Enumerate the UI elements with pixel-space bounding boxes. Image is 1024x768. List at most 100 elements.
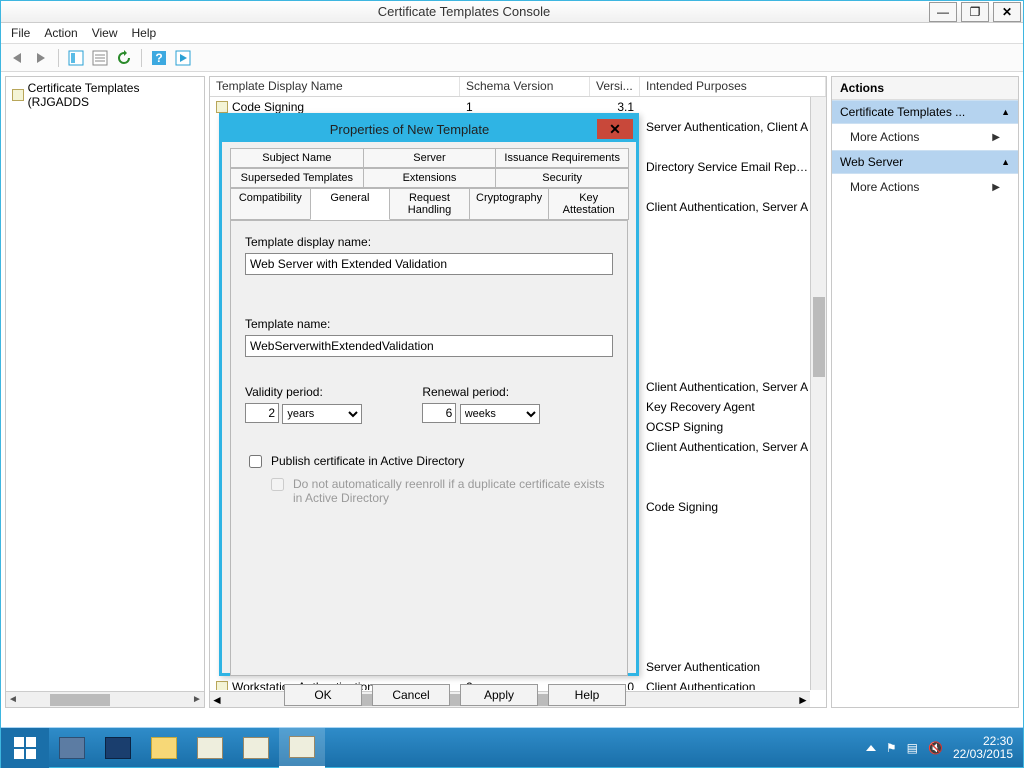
row-purpose: Directory Service Email Replica <box>640 160 809 174</box>
col-version[interactable]: Versi... <box>590 77 640 96</box>
template-name-input[interactable] <box>245 335 613 357</box>
taskbar-ca[interactable] <box>187 728 233 768</box>
caret-right-icon: ▶ <box>992 182 1000 193</box>
tab-subject-name[interactable]: Subject Name <box>230 148 364 168</box>
actions-header: Actions <box>832 77 1018 100</box>
menu-action[interactable]: Action <box>44 26 77 40</box>
row-version: 3.1 <box>590 100 640 114</box>
arrow-left-icon <box>13 53 21 63</box>
system-tray: ⚑ ▤ 🔇 22:30 22/03/2015 <box>856 735 1023 761</box>
taskbar: ⚑ ▤ 🔇 22:30 22/03/2015 <box>1 727 1023 767</box>
taskbar-mmc[interactable] <box>279 728 325 768</box>
tray-show-hidden-icon[interactable] <box>866 745 876 751</box>
taskbar-explorer[interactable] <box>141 728 187 768</box>
actions-section-templates[interactable]: Certificate Templates ...▲ <box>832 100 1018 124</box>
window-title: Certificate Templates Console <box>1 4 927 19</box>
row-schema: 1 <box>460 100 590 114</box>
tab-general[interactable]: General <box>310 188 391 220</box>
tree-root-label: Certificate Templates (RJGADDS <box>28 81 198 109</box>
start-button[interactable] <box>1 728 49 768</box>
caret-up-icon: ▲ <box>1001 107 1010 117</box>
taskbar-powershell[interactable] <box>95 728 141 768</box>
certificate-icon <box>216 101 228 113</box>
row-purpose: Client Authentication <box>640 680 809 690</box>
tab-server[interactable]: Server <box>363 148 497 168</box>
taskbar-server-manager[interactable] <box>49 728 95 768</box>
row-purpose: Server Authentication <box>640 660 809 674</box>
help-button[interactable]: Help <box>548 684 626 706</box>
cancel-button[interactable]: Cancel <box>372 684 450 706</box>
tray-network-icon[interactable]: ▤ <box>907 741 918 755</box>
minimize-button[interactable]: — <box>929 2 957 22</box>
windows-logo-icon <box>14 737 36 759</box>
dialog-close-button[interactable]: ✕ <box>597 119 633 139</box>
validity-unit-select[interactable]: years <box>282 404 362 424</box>
menu-help[interactable]: Help <box>132 26 157 40</box>
dialog-title: Properties of New Template <box>222 122 597 137</box>
col-schema-version[interactable]: Schema Version <box>460 77 590 96</box>
tab-key-attestation[interactable]: Key Attestation <box>548 188 629 220</box>
svg-text:?: ? <box>155 51 162 65</box>
ok-button[interactable]: OK <box>284 684 362 706</box>
col-template-name[interactable]: Template Display Name <box>210 77 460 96</box>
dialog-body: Template display name: Template name: Va… <box>230 220 628 676</box>
toolbar-btn-2[interactable] <box>90 48 110 68</box>
reenroll-checkbox <box>271 478 284 491</box>
tree-h-scrollbar[interactable]: ◄► <box>6 691 204 707</box>
tab-issuance-req[interactable]: Issuance Requirements <box>495 148 629 168</box>
tab-compatibility[interactable]: Compatibility <box>230 188 311 220</box>
row-purpose: Server Authentication, Client A <box>640 120 809 134</box>
toolbar: ? <box>1 44 1023 72</box>
reenroll-label: Do not automatically reenroll if a dupli… <box>293 477 613 505</box>
list-header: Template Display Name Schema Version Ver… <box>210 77 826 97</box>
menu-file[interactable]: File <box>11 26 30 40</box>
close-button[interactable]: ✕ <box>993 2 1021 22</box>
dialog-title-bar[interactable]: Properties of New Template ✕ <box>222 116 636 142</box>
validity-label: Validity period: <box>245 385 362 399</box>
toolbar-btn-5[interactable] <box>173 48 193 68</box>
publish-label: Publish certificate in Active Directory <box>271 454 464 468</box>
menu-bar: File Action View Help <box>1 23 1023 44</box>
tab-extensions[interactable]: Extensions <box>363 168 497 188</box>
row-purpose: Key Recovery Agent <box>640 400 809 414</box>
tray-sound-icon[interactable]: 🔇 <box>928 741 943 755</box>
validity-number-input[interactable] <box>245 403 279 423</box>
display-name-input[interactable] <box>245 253 613 275</box>
back-button[interactable] <box>7 48 27 68</box>
display-name-label: Template display name: <box>245 235 613 249</box>
forward-button[interactable] <box>31 48 51 68</box>
tab-superseded[interactable]: Superseded Templates <box>230 168 364 188</box>
actions-more-2[interactable]: More Actions▶ <box>832 174 1018 200</box>
tree-pane: Certificate Templates (RJGADDS ◄► <box>5 76 205 708</box>
caret-up-icon: ▲ <box>1001 157 1010 167</box>
menu-view[interactable]: View <box>92 26 118 40</box>
row-purpose: Code Signing <box>640 500 809 514</box>
row-purpose: Client Authentication, Server A <box>640 440 809 454</box>
actions-more-1[interactable]: More Actions▶ <box>832 124 1018 150</box>
toolbar-btn-1[interactable] <box>66 48 86 68</box>
apply-button[interactable]: Apply <box>460 684 538 706</box>
tab-cryptography[interactable]: Cryptography <box>469 188 550 220</box>
title-bar: Certificate Templates Console — ❐ ✕ <box>1 1 1023 23</box>
renewal-number-input[interactable] <box>422 403 456 423</box>
renewal-unit-select[interactable]: weeks <box>460 404 540 424</box>
tab-request-handling[interactable]: Request Handling <box>389 188 470 220</box>
tree-root[interactable]: Certificate Templates (RJGADDS <box>6 77 204 113</box>
actions-pane: Actions Certificate Templates ...▲ More … <box>831 76 1019 708</box>
tray-clock[interactable]: 22:30 22/03/2015 <box>953 735 1013 761</box>
help-icon-button[interactable]: ? <box>149 48 169 68</box>
refresh-button[interactable] <box>114 48 134 68</box>
col-purposes[interactable]: Intended Purposes <box>640 77 826 96</box>
tray-flag-icon[interactable]: ⚑ <box>886 741 897 755</box>
tray-date: 22/03/2015 <box>953 748 1013 761</box>
publish-checkbox[interactable] <box>249 455 262 468</box>
certificate-icon <box>12 89 24 101</box>
maximize-button[interactable]: ❐ <box>961 2 989 22</box>
actions-section-webserver[interactable]: Web Server▲ <box>832 150 1018 174</box>
taskbar-cert-srv[interactable] <box>233 728 279 768</box>
row-purpose: Client Authentication, Server A <box>640 380 809 394</box>
list-v-scrollbar[interactable] <box>810 97 826 690</box>
tray-time: 22:30 <box>953 735 1013 748</box>
tab-security[interactable]: Security <box>495 168 629 188</box>
renewal-label: Renewal period: <box>422 385 539 399</box>
